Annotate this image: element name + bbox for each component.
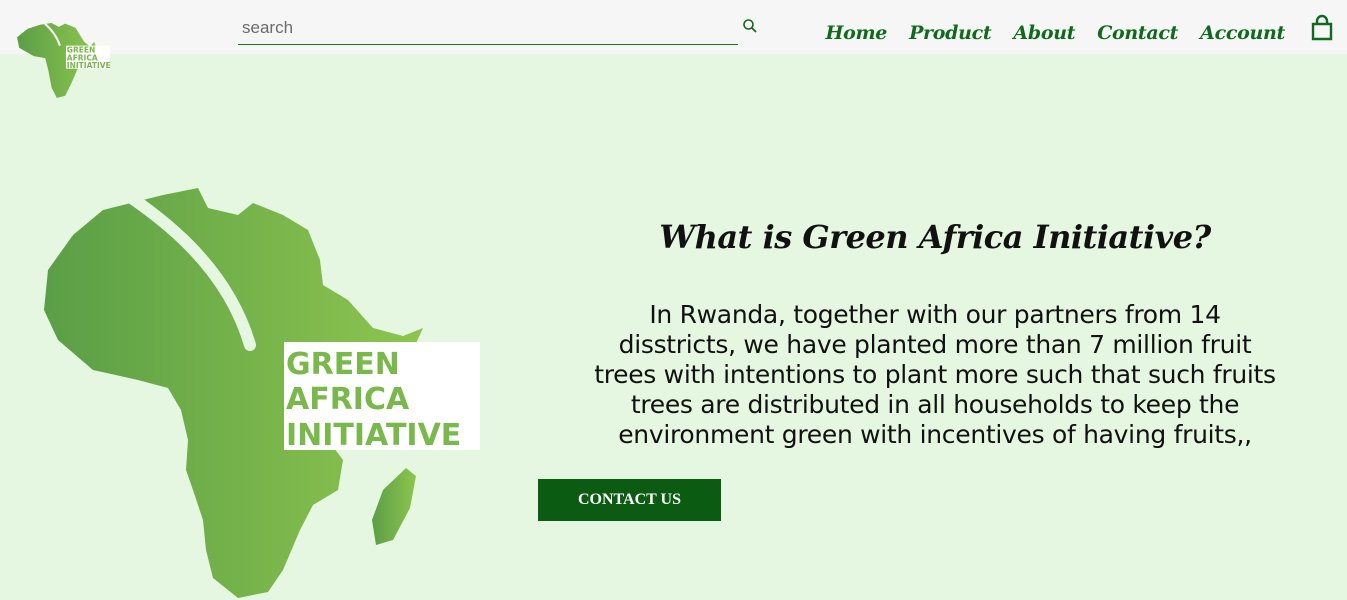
hero-text-line: disstricts, we have planted more than 7 … xyxy=(618,330,1252,359)
hero-logo-text-line-3: INITIATIVE xyxy=(286,418,461,453)
nav-home-link[interactable]: Home xyxy=(825,22,887,44)
shopping-bag-icon[interactable] xyxy=(1308,14,1336,42)
nav-account-link[interactable]: Account xyxy=(1200,22,1285,44)
madagascar-shape xyxy=(372,468,416,545)
hero-logo-text-line-2: AFRICA xyxy=(286,382,410,417)
search-bar xyxy=(238,14,738,45)
nav-product-link[interactable]: Product xyxy=(909,22,992,44)
hero-text-line: environment green with incentives of hav… xyxy=(618,420,1252,449)
search-icon[interactable] xyxy=(742,18,758,34)
contact-us-button[interactable]: CONTACT US xyxy=(538,479,721,521)
logo-text-line-3: INITIATIVE xyxy=(67,61,110,70)
logo-large: GREEN AFRICA INITIATIVE xyxy=(44,160,480,598)
nav-contact-link[interactable]: Contact xyxy=(1097,22,1178,44)
hero-text-line: trees with intentions to plant more such… xyxy=(594,360,1276,389)
hero-description: In Rwanda, together with our partners fr… xyxy=(530,300,1340,450)
nav-about-link[interactable]: About xyxy=(1013,22,1075,44)
hero-logo-text-line-1: GREEN xyxy=(286,347,400,382)
hero-text-line: In Rwanda, together with our partners fr… xyxy=(649,300,1221,329)
main-nav: Home Product About Contact Account xyxy=(825,18,1285,48)
hero-text-line: trees are distributed in all households … xyxy=(630,390,1240,419)
hero-title: What is Green Africa Initiative? xyxy=(659,218,1211,256)
search-input[interactable] xyxy=(238,14,726,42)
logo-small[interactable]: GREEN AFRICA INITIATIVE xyxy=(14,8,110,100)
